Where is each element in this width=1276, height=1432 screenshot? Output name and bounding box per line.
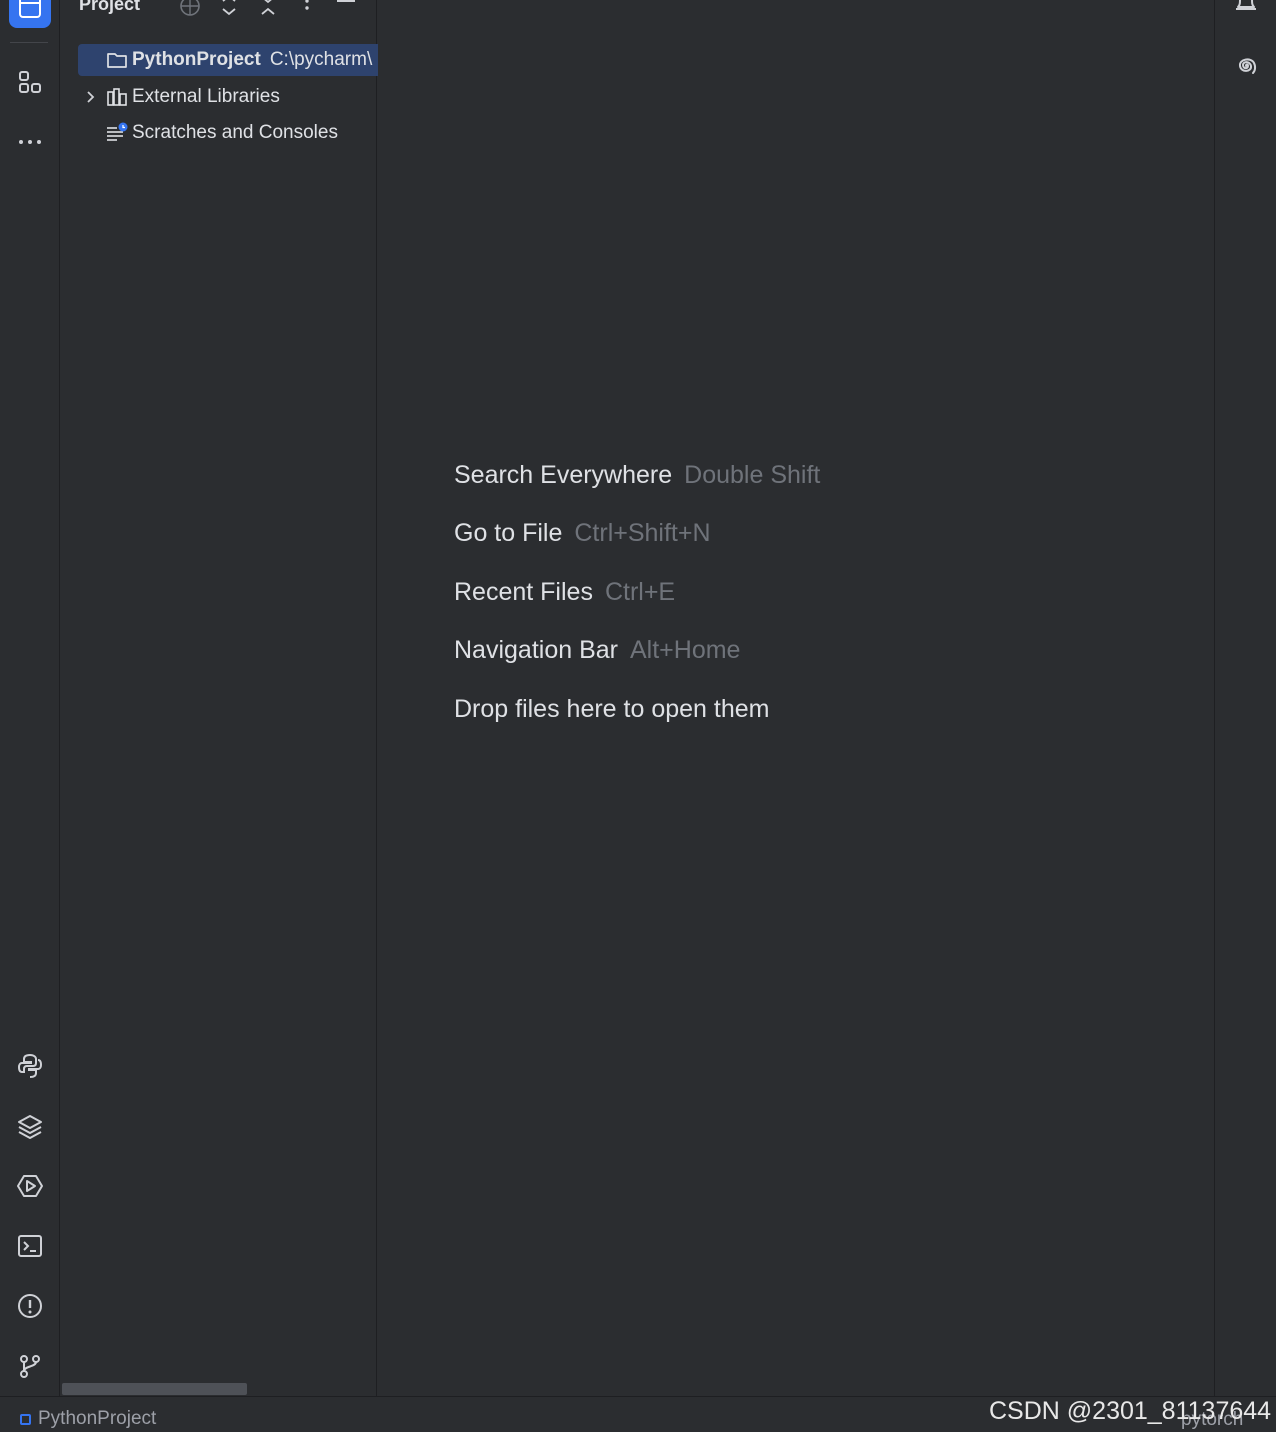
more-horizontal-icon [19,140,41,144]
hint-drop-text: Drop files here to open them [454,695,770,723]
hint-action[interactable]: Navigation Bar [454,636,618,664]
layers-icon [18,1115,42,1139]
services-button[interactable] [9,1165,51,1207]
python-packages-button[interactable] [9,1105,51,1147]
status-project-widget[interactable]: PythonProject [20,1408,156,1430]
left-tool-strip [0,0,60,1396]
hint-action[interactable]: Go to File [454,519,562,547]
external-libraries-label: External Libraries [132,86,280,107]
project-tool-button[interactable] [9,0,51,28]
scratches-label: Scratches and Consoles [132,122,338,143]
more-tools-button[interactable] [9,121,51,163]
ide-window: Project PythonProject C:\pycharm\ Extern… [0,0,1276,1432]
folder-icon [19,0,41,18]
bell-icon [1236,0,1256,10]
terminal-button[interactable] [9,1225,51,1267]
hint-go-to-file: Go to File Ctrl+Shift+N [454,519,711,548]
terminal-icon [18,1235,42,1257]
status-project-name: PythonProject [38,1408,157,1429]
editor-empty-state: Search Everywhere Double Shift Go to File… [378,0,1214,1396]
git-branch-icon [20,1355,40,1378]
hint-action[interactable]: Search Everywhere [454,461,672,489]
collapse-all-icon [261,0,275,15]
hint-shortcut: Double Shift [684,461,821,489]
library-icon [104,87,130,107]
structure-tool-button[interactable] [9,61,51,103]
hide-panel-button[interactable] [334,0,358,18]
warning-circle-icon [18,1294,42,1318]
right-tool-strip [1214,0,1276,1396]
project-panel-title: Project [79,0,141,14]
chevron-right-icon[interactable] [78,90,104,104]
hint-shortcut: Alt+Home [629,636,741,664]
hint-navigation-bar: Navigation Bar Alt+Home [454,636,740,665]
notifications-button[interactable] [1225,0,1267,24]
project-root-name: PythonProject [132,49,261,70]
folder-icon [104,50,130,70]
problems-button[interactable] [9,1285,51,1327]
python-console-button[interactable] [9,1045,51,1087]
tree-item-external-libraries[interactable]: External Libraries [78,81,378,113]
tree-item-pythonproject[interactable]: PythonProject C:\pycharm\ [78,44,378,76]
options-button[interactable] [295,0,319,18]
hint-recent-files: Recent Files Ctrl+E [454,578,675,607]
strip-separator [10,42,48,43]
expand-all-button[interactable] [217,0,241,18]
spiral-icon [1239,58,1257,74]
hint-drop-files: Drop files here to open them [454,695,769,724]
python-icon [17,1053,43,1078]
scratches-icon [104,122,130,144]
tree-item-scratches[interactable]: Scratches and Consoles [78,117,378,149]
hint-search-everywhere: Search Everywhere Double Shift [454,461,820,490]
expand-all-icon [222,0,236,16]
editor-area[interactable]: Search Everywhere Double Shift Go to File… [378,0,1214,1396]
horizontal-scrollbar[interactable] [62,1383,247,1395]
version-control-button[interactable] [9,1345,51,1387]
project-root-path: C:\pycharm\ [269,49,373,70]
structure-icon [19,71,41,93]
run-services-icon [17,1175,43,1197]
more-vertical-icon [305,0,309,10]
hint-action[interactable]: Recent Files [454,578,593,606]
project-tool-window: Project PythonProject C:\pycharm\ Extern… [61,0,378,1396]
project-square-icon [20,1413,31,1425]
watermark-text: CSDN @2301_81137644 [989,1397,1272,1425]
ai-assistant-button[interactable] [1225,45,1267,87]
hint-shortcut: Ctrl+Shift+N [574,519,711,547]
collapse-all-button[interactable] [256,0,280,18]
minimize-icon [337,0,355,2]
hint-shortcut: Ctrl+E [604,578,676,606]
crosshair-icon [180,0,200,16]
project-panel-header: Project [61,0,377,22]
select-opened-file-button[interactable] [178,0,202,18]
